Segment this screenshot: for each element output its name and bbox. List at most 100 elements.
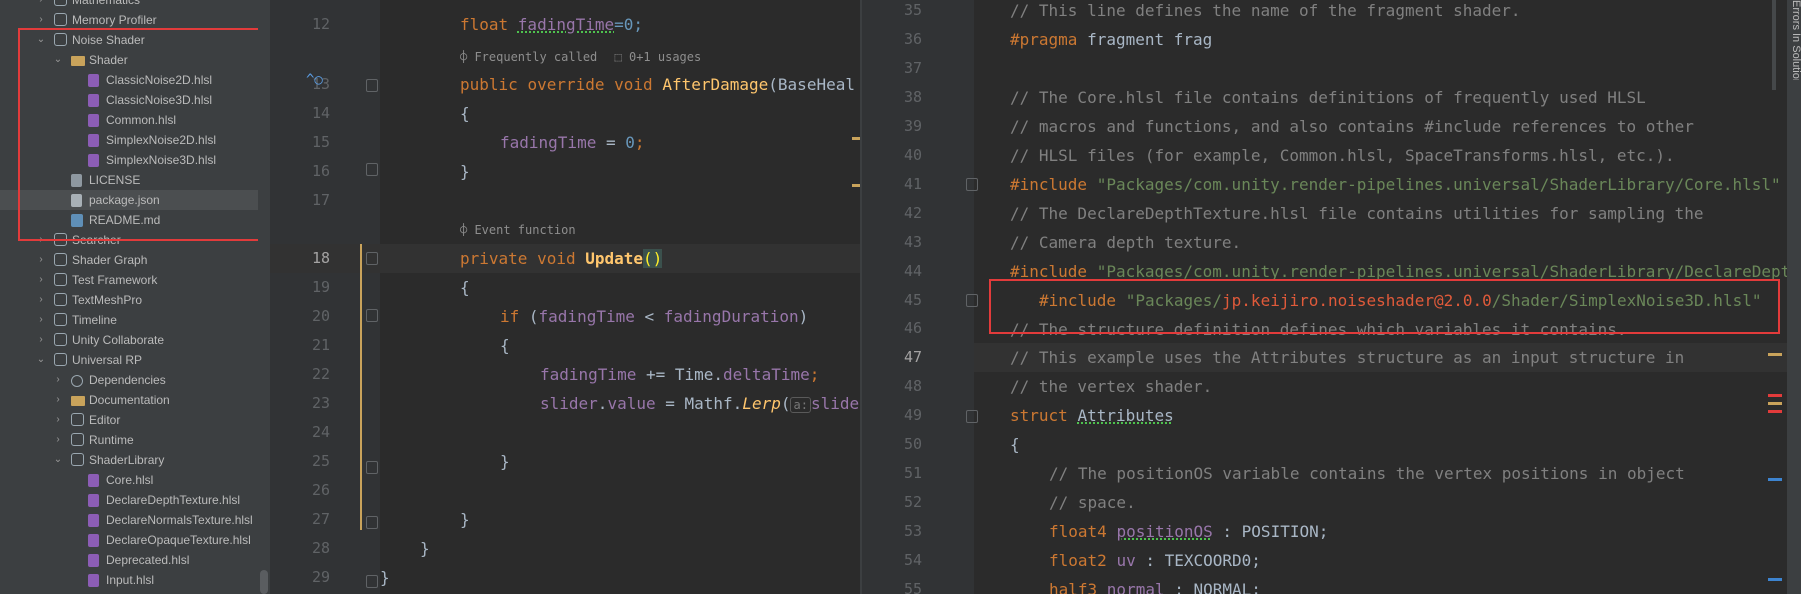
package-icon <box>54 13 67 26</box>
fold-marker-icon[interactable] <box>366 309 378 322</box>
tree-item[interactable]: › Documentation <box>0 390 270 410</box>
code-line-35[interactable]: // This line defines the name of the fra… <box>1010 0 1521 25</box>
code-line-27[interactable]: } <box>460 505 470 534</box>
editor-scrollbar[interactable] <box>1772 0 1776 90</box>
code-line-51[interactable]: // The positionOS variable contains the … <box>1049 459 1685 488</box>
fold-marker-icon[interactable] <box>966 178 978 191</box>
fold-marker-icon[interactable] <box>366 163 378 176</box>
code-line-13[interactable]: public override void AfterDamage(BaseHea… <box>460 70 855 99</box>
code-line-21[interactable]: { <box>500 331 510 360</box>
code-line-19[interactable]: { <box>460 273 470 302</box>
errors-in-solution-label[interactable]: Errors In Solution <box>1788 0 1801 80</box>
code-line-28[interactable]: } <box>420 534 430 563</box>
code-line-40[interactable]: // HLSL files (for example, Common.hlsl,… <box>1010 141 1675 170</box>
tree-item[interactable]: ⌄ Universal RP <box>0 350 270 370</box>
tree-item-label: DeclareNormalsTexture.hlsl <box>106 513 253 527</box>
package-icon <box>54 333 67 346</box>
code-line-48[interactable]: // the vertex shader. <box>1010 372 1212 401</box>
code-line-23[interactable]: slider.value = Mathf.Lerp(a: slide <box>540 389 859 418</box>
code-line-38[interactable]: // The Core.hlsl file contains definitio… <box>1010 83 1646 112</box>
tree-item[interactable]: › Mathematics <box>0 0 270 10</box>
errors-in-solution-tool-window[interactable]: Errors In Solution <box>1787 0 1801 594</box>
tree-item[interactable]: Input.hlsl <box>0 570 270 590</box>
code-line-42[interactable]: // The DeclareDepthTexture.hlsl file con… <box>1010 199 1704 228</box>
code-line-36[interactable]: #pragma fragment frag <box>1010 25 1212 54</box>
chevron-right-icon[interactable]: › <box>53 430 63 450</box>
chevron-down-icon[interactable]: ⌄ <box>53 450 63 470</box>
line-number: 44 <box>903 261 922 280</box>
warning-marker[interactable] <box>852 137 860 140</box>
warning-marker[interactable] <box>852 184 860 187</box>
code-line-43[interactable]: // Camera depth texture. <box>1010 228 1241 257</box>
chevron-down-icon[interactable]: ⌄ <box>36 350 46 370</box>
tree-item[interactable]: › Editor <box>0 410 270 430</box>
chevron-right-icon[interactable]: › <box>36 270 46 290</box>
fold-marker-icon[interactable] <box>366 79 378 92</box>
tree-item[interactable]: Deprecated.hlsl <box>0 550 270 570</box>
code-line-25[interactable]: } <box>500 447 510 476</box>
warning-marker[interactable] <box>1768 402 1782 405</box>
tree-item[interactable]: › TextMeshPro <box>0 290 270 310</box>
fold-marker-icon[interactable] <box>966 294 978 307</box>
code-line-53[interactable]: float4 positionOS : POSITION; <box>1049 517 1328 546</box>
fold-marker-icon[interactable] <box>366 516 378 529</box>
tree-item[interactable]: Core.hlsl <box>0 470 270 490</box>
chevron-right-icon[interactable]: › <box>36 250 46 270</box>
chevron-right-icon[interactable]: › <box>36 310 46 330</box>
tree-item[interactable]: › Timeline <box>0 310 270 330</box>
code-line-20[interactable]: if (fadingTime < fadingDuration) <box>500 302 808 331</box>
code-line-16[interactable]: } <box>460 157 470 186</box>
fold-marker-icon[interactable] <box>366 575 378 588</box>
fold-marker-icon[interactable] <box>366 252 378 265</box>
tree-item[interactable]: DeclareNormalsTexture.hlsl <box>0 510 270 530</box>
code-line-50[interactable]: { <box>1010 430 1020 459</box>
error-marker[interactable] <box>1768 394 1782 397</box>
tree-item[interactable]: › Unity Collaborate <box>0 330 270 350</box>
chevron-right-icon[interactable]: › <box>53 370 63 390</box>
code-line-49[interactable]: struct Attributes <box>1010 401 1174 430</box>
line-number: 24 <box>311 423 330 441</box>
code-line-39[interactable]: // macros and functions, and also contai… <box>1010 112 1694 141</box>
tree-item[interactable]: › Shader Graph <box>0 250 270 270</box>
chevron-right-icon[interactable]: › <box>36 290 46 310</box>
code-line-12[interactable]: float fadingTime=0; <box>460 10 643 39</box>
lamp-icon: ⌽ <box>460 50 475 64</box>
override-gutter-icon[interactable]: ^○ <box>306 72 323 88</box>
tree-item[interactable]: › Dependencies <box>0 370 270 390</box>
tree-item-label: Universal RP <box>72 353 143 367</box>
usages-hint[interactable]: ⌽ Frequently called ⬚ 0+1 usages <box>460 47 701 67</box>
tree-item[interactable]: DeclareOpaqueTexture.hlsl <box>0 530 270 550</box>
code-line-52[interactable]: // space. <box>1049 488 1136 517</box>
error-marker[interactable] <box>1768 410 1782 413</box>
tree-item[interactable]: › Memory Profiler <box>0 10 270 30</box>
code-line-47[interactable]: // This example uses the Attributes stru… <box>1010 343 1684 372</box>
line-number: 19 <box>311 278 330 296</box>
tree-item[interactable]: › Runtime <box>0 430 270 450</box>
chevron-right-icon[interactable]: › <box>53 410 63 430</box>
event-function-hint[interactable]: ⌽ Event function <box>460 220 576 240</box>
info-marker[interactable] <box>1768 478 1782 481</box>
tree-item[interactable]: › Test Framework <box>0 270 270 290</box>
chevron-right-icon[interactable]: › <box>53 390 63 410</box>
code-line-54[interactable]: float2 uv : TEXCOORD0; <box>1049 546 1261 575</box>
hlsl-file-icon <box>88 474 99 487</box>
code-line-22[interactable]: fadingTime += Time.deltaTime; <box>540 360 819 389</box>
tree-scroll-thumb[interactable] <box>260 570 268 594</box>
tree-item[interactable]: DeclareDepthTexture.hlsl <box>0 490 270 510</box>
code-line-55[interactable]: half3 normal : NORMAL; <box>1049 575 1261 594</box>
left-code-editor[interactable]: 12 13 14 15 16 17 18 19 20 21 22 23 24 25 26 27 28 29 ^○ … <box>270 0 860 594</box>
chevron-right-icon[interactable]: › <box>36 330 46 350</box>
fold-marker-icon[interactable] <box>966 410 978 423</box>
warning-marker[interactable] <box>1768 353 1782 356</box>
chevron-right-icon[interactable]: › <box>36 10 46 30</box>
code-line-14[interactable]: { <box>460 99 470 128</box>
fold-marker-icon[interactable] <box>366 461 378 474</box>
code-line-29[interactable]: } <box>380 563 390 592</box>
code-line-15[interactable]: fadingTime = 0; <box>500 128 645 157</box>
tree-item[interactable]: ⌄ ShaderLibrary <box>0 450 270 470</box>
info-marker[interactable] <box>1768 578 1782 581</box>
code-line-18[interactable]: private void Update() <box>460 244 663 273</box>
tree-scrollbar[interactable] <box>258 0 270 594</box>
code-line-41[interactable]: #include "Packages/com.unity.render-pipe… <box>1010 170 1781 199</box>
chevron-right-icon[interactable]: › <box>36 0 46 10</box>
